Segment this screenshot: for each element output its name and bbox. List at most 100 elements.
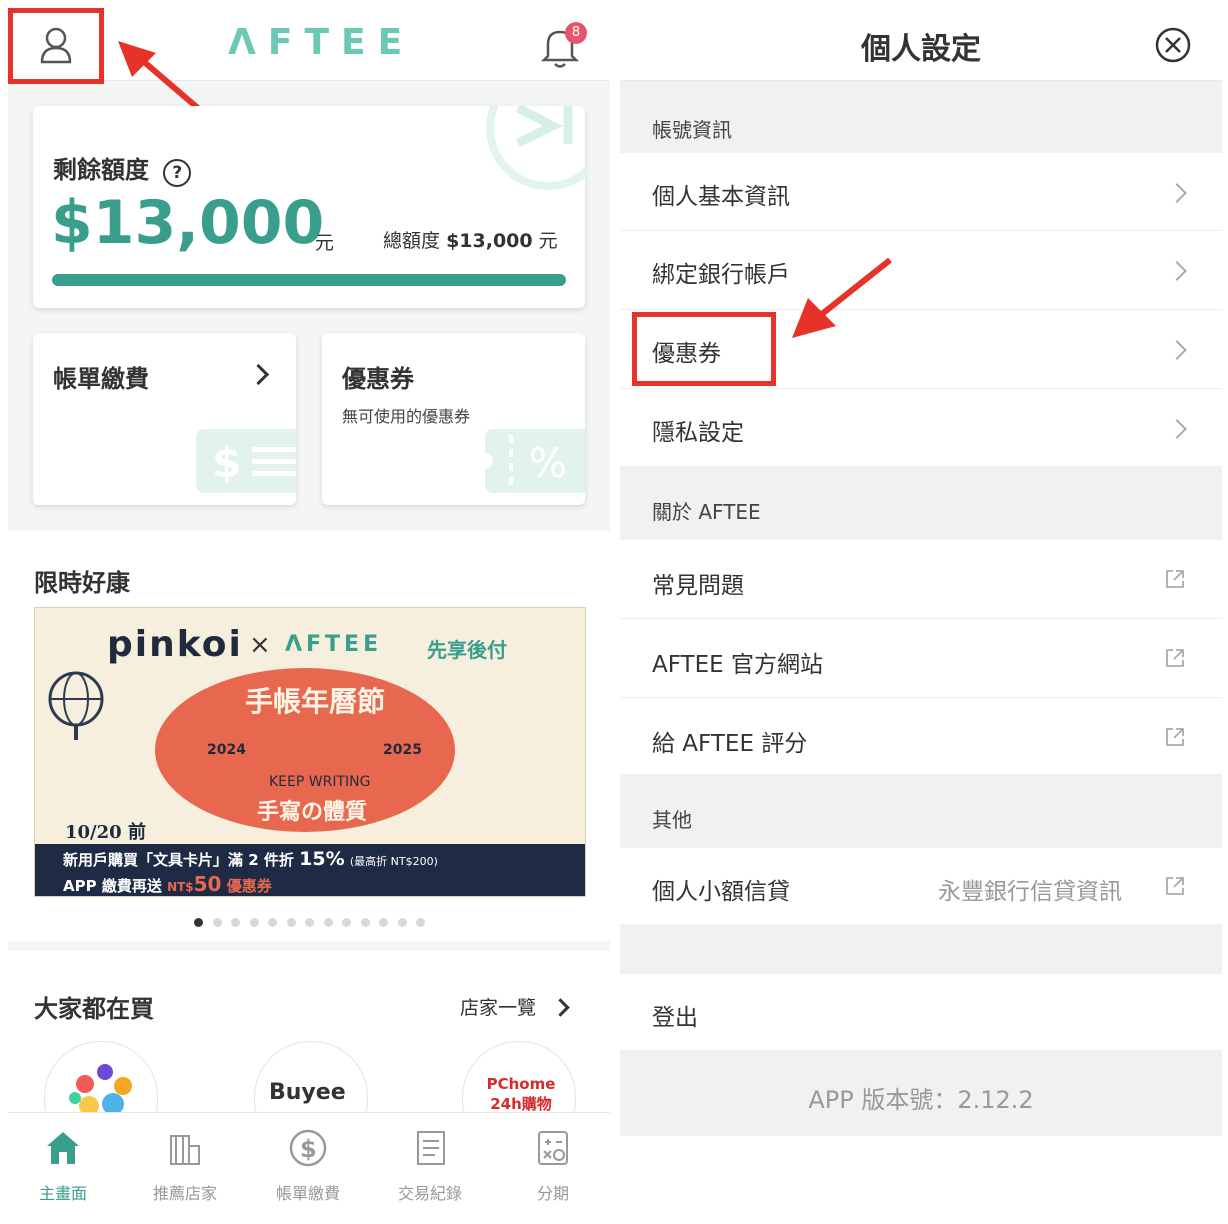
bill-payment-card[interactable]: 帳單繳費 $ <box>33 333 296 505</box>
section-about: 關於 AFTEE <box>620 466 1222 540</box>
banner-line1-b: 15% <box>299 848 345 870</box>
version-text: APP 版本號：2.12.2 <box>808 1086 1034 1114</box>
banner-keep-writing: KEEP WRITING <box>269 774 371 790</box>
notification-button[interactable]: 8 <box>540 22 600 72</box>
external-link-icon <box>1166 570 1184 588</box>
row-personal-loan[interactable]: 個人小額信貸 永豐銀行信貸資訊 <box>620 848 1222 925</box>
row-faq[interactable]: 常見問題 <box>620 540 1222 619</box>
globe-icon <box>48 671 104 740</box>
row-bank-account[interactable]: 綁定銀行帳戶 <box>620 231 1222 310</box>
aftee-watermark-icon <box>486 106 585 190</box>
receipt-icon <box>417 1131 445 1165</box>
nav-label: 帳單繳費 <box>275 1184 340 1203</box>
total-amount: $13,000 <box>446 230 533 252</box>
store-logo-2-text: Buyee <box>269 1080 346 1105</box>
carousel-dot[interactable] <box>379 918 388 927</box>
settings-title: 個人設定 <box>861 32 981 67</box>
banner-brand-pinkoi: pinkoi <box>107 624 243 665</box>
banner-line1-a: 新用戶購買「文具卡片」滿 2 件折 <box>63 851 294 869</box>
remaining-amount: $13,000 <box>51 188 325 258</box>
carousel-dots[interactable] <box>194 918 454 928</box>
svg-text:$: $ <box>212 438 241 487</box>
row-personal-info[interactable]: 個人基本資訊 <box>620 153 1222 231</box>
bill-card-title: 帳單繳費 <box>53 365 149 393</box>
total-unit: 元 <box>538 230 558 252</box>
carousel-dot[interactable] <box>194 918 203 927</box>
highlight-coupons <box>632 312 776 386</box>
section-header: 其他 <box>652 808 692 832</box>
help-icon[interactable]: ? <box>163 159 192 187</box>
loan-link[interactable]: 永豐銀行信貸資訊 <box>938 872 1122 906</box>
nav-label: 主畫面 <box>38 1184 87 1203</box>
carousel-dot[interactable] <box>305 918 314 927</box>
nav-label: 分期 <box>536 1184 569 1203</box>
section-account: 帳號資訊 <box>620 81 1222 153</box>
svg-text:$: $ <box>300 1135 317 1163</box>
nav-stores[interactable]: 推薦店家 <box>135 1128 235 1204</box>
nav-bills[interactable]: $ 帳單繳費 <box>258 1128 358 1204</box>
carousel-dot[interactable] <box>212 918 222 927</box>
carousel-dot[interactable] <box>249 918 259 927</box>
nav-home[interactable]: 主畫面 <box>13 1128 113 1204</box>
store-list-label: 店家一覽 <box>460 997 537 1019</box>
promo-section: 限時好康 pinkoi × ΛFTEE 先享後付 手帳年曆節 2024 2025… <box>8 531 610 941</box>
banner-line2-a: APP 繳費再送 <box>63 877 162 895</box>
total-label: 總額度 <box>383 230 441 252</box>
credit-progress-bar <box>52 274 566 286</box>
brand-logo: ΛFTEE <box>228 22 415 63</box>
carousel-dot[interactable] <box>323 918 333 927</box>
svg-text:%: % <box>529 441 567 487</box>
row-rate-app[interactable]: 給 AFTEE 評分 <box>620 698 1222 775</box>
banner-tagline: 先享後付 <box>427 638 507 662</box>
chevron-right-icon <box>551 998 570 1017</box>
popular-section: 大家都在買 店家一覽 Buyee PChome 24h購物 <box>8 951 610 1155</box>
banner-year-right: 2025 <box>383 742 422 758</box>
carousel-dot[interactable] <box>286 918 296 927</box>
nav-transactions[interactable]: 交易紀錄 <box>380 1128 480 1204</box>
remaining-unit: 元 <box>315 232 335 254</box>
calculator-icon <box>538 1131 568 1165</box>
banner-year-left: 2024 <box>207 742 246 758</box>
remaining-label: 剩餘額度 <box>53 156 149 184</box>
logout-button[interactable]: 登出 <box>620 974 1222 1051</box>
row-privacy[interactable]: 隱私設定 <box>620 389 1222 467</box>
settings-header: 個人設定 <box>620 8 1222 81</box>
promo-banner[interactable]: pinkoi × ΛFTEE 先享後付 手帳年曆節 2024 2025 KEEP… <box>34 607 586 897</box>
close-icon[interactable] <box>1154 26 1192 64</box>
version-bar: APP 版本號：2.12.2 <box>620 1050 1222 1136</box>
dollar-bill-icon: $ <box>196 429 296 493</box>
carousel-dot[interactable] <box>342 918 351 927</box>
dollar-circle-icon: $ <box>289 1129 327 1167</box>
chevron-right-icon <box>247 363 270 386</box>
banner-line2-c: 50 <box>193 872 222 896</box>
chevron-right-icon <box>1167 340 1187 360</box>
banner-sub-headline: 手寫の體質 <box>257 800 368 825</box>
banner-line1-c: (最高折 NT$200) <box>349 855 438 868</box>
store-logo-3-text: PChome 24h購物 <box>486 1075 556 1113</box>
coupon-card[interactable]: 優惠券 無可使用的優惠券 % <box>322 333 585 505</box>
credit-card[interactable]: 剩餘額度 ? $13,000 元 總額度 $13,000 元 <box>33 106 585 308</box>
carousel-dot[interactable] <box>397 918 407 927</box>
building-icon <box>170 1135 200 1165</box>
annotation-arrow-coupons <box>792 257 892 338</box>
row-official-site[interactable]: AFTEE 官方網站 <box>620 619 1222 698</box>
carousel-dot[interactable] <box>416 918 425 927</box>
chevron-right-icon <box>1167 183 1187 203</box>
highlight-profile <box>8 8 104 84</box>
popular-title: 大家都在買 <box>34 995 154 1023</box>
coupon-card-title: 優惠券 <box>342 365 414 393</box>
coupon-card-subtitle: 無可使用的優惠券 <box>342 407 471 426</box>
carousel-dot[interactable] <box>360 918 370 927</box>
section-header: 關於 AFTEE <box>652 500 761 524</box>
nav-installments[interactable]: 分期 <box>503 1128 603 1204</box>
external-link-icon <box>1166 649 1184 667</box>
store-list-link[interactable]: 店家一覽 <box>460 993 570 1020</box>
settings-screen: 個人設定 帳號資訊 個人基本資訊 綁定銀行帳戶 優惠券 隱私設定 關於 AFTE… <box>620 8 1222 1224</box>
notification-badge: 8 <box>565 22 587 44</box>
spacer <box>620 924 1222 974</box>
external-link-icon <box>1166 877 1184 895</box>
carousel-dot[interactable] <box>231 918 240 927</box>
carousel-dot[interactable] <box>268 918 277 927</box>
chevron-right-icon <box>1167 261 1187 281</box>
promo-section-title: 限時好康 <box>34 569 130 597</box>
